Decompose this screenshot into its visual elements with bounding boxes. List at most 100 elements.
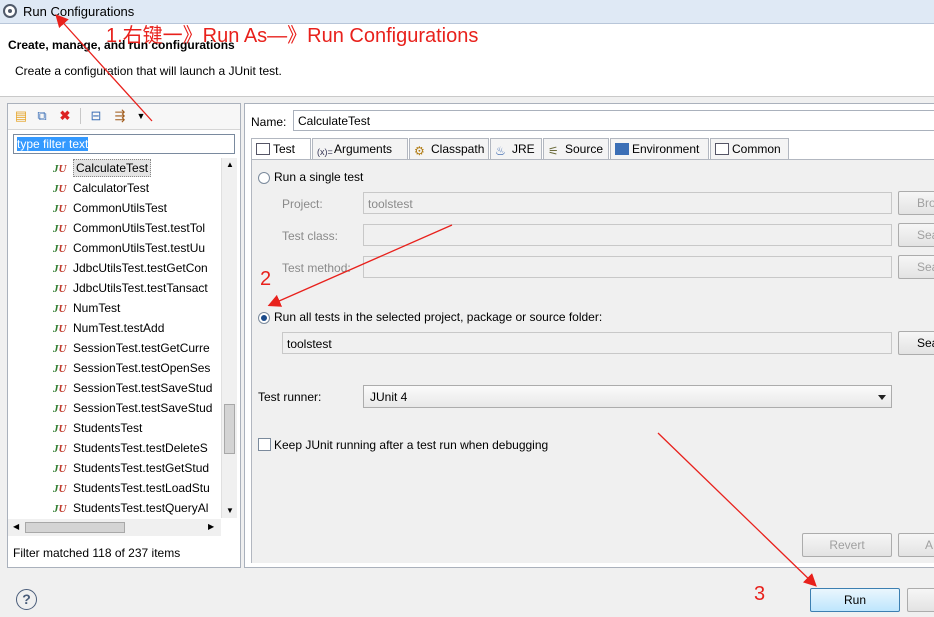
tree-horizontal-scrollbar[interactable]: ◀ ▶ [8,519,221,536]
delete-icon[interactable]: ✖ [57,108,73,124]
filter-input[interactable]: type filter text [13,134,235,154]
tree-vertical-scrollbar[interactable]: ▲ ▼ [221,158,237,518]
tab-test[interactable]: Test [251,138,311,160]
tab-common-label: Common [732,142,781,156]
configuration-editor: Name: CalculateTest Test (x)=Arguments ⚙… [244,103,934,568]
search-folder-button[interactable]: Sea [898,331,934,355]
tree-item[interactable]: JU StudentsTest.testGetStud [8,458,220,478]
eclipse-icon [3,4,17,18]
tree-item[interactable]: JU CommonUtilsTest.testUu [8,238,220,258]
tree-item[interactable]: JU SessionTest.testSaveStud [8,398,220,418]
browse-button[interactable]: Bro [898,191,934,215]
tree-item-label: JdbcUtilsTest.testTansact [73,281,208,295]
junit-icon: JU [53,243,67,255]
tree-item[interactable]: JU CalculatorTest [8,178,220,198]
revert-button[interactable]: Revert [802,533,892,557]
tree-item[interactable]: JU NumTest.testAdd [8,318,220,338]
tab-classpath-label: Classpath [431,142,485,156]
tree-item[interactable]: JU NumTest [8,298,220,318]
junit-icon: JU [53,183,67,195]
run-all-label: Run all tests in the selected project, p… [274,310,603,324]
junit-icon: JU [53,163,67,175]
annotation-step3: 3 [754,583,766,605]
tree-item-label: CalculatorTest [73,181,150,195]
tree-item-label: StudentsTest [73,421,143,435]
annotation-step2: 2 [260,268,272,290]
junit-icon: JU [53,463,67,475]
tree-item-label: CommonUtilsTest.testTol [73,221,206,235]
chevron-down-icon [878,395,886,400]
scroll-right-icon[interactable]: ▶ [208,522,214,531]
tab-source[interactable]: ⚟ Source [543,138,609,159]
tree-item[interactable]: JU StudentsTest.testLoadStu [8,478,220,498]
dropdown-icon[interactable]: ▼ [133,108,149,124]
filter-status: Filter matched 118 of 237 items [13,546,181,560]
tree-item[interactable]: JU SessionTest.testGetCurre [8,338,220,358]
run-all-radio[interactable] [258,312,270,324]
tab-arguments-label: Arguments [334,142,393,156]
junit-icon: JU [53,443,67,455]
test-class-field[interactable] [363,224,892,246]
tree-item[interactable]: JU StudentsTest.testDeleteS [8,438,220,458]
test-runner-select[interactable]: JUnit 4 [363,385,892,408]
tree-item[interactable]: JU JdbcUtilsTest.testGetCon [8,258,220,278]
project-label: Project: [282,197,323,211]
collapse-all-icon[interactable]: ⊟ [88,108,104,124]
tree-item-label: SessionTest.testOpenSes [73,361,211,375]
tree-item[interactable]: JU JdbcUtilsTest.testTansact [8,278,220,298]
tab-environment[interactable]: Environment [610,138,709,159]
junit-icon: JU [53,323,67,335]
scroll-left-icon[interactable]: ◀ [13,522,19,531]
tab-classpath[interactable]: ⚙ Classpath [409,138,489,159]
tree-item[interactable]: JU StudentsTest [8,418,220,438]
tree-item-label: NumTest.testAdd [73,321,165,335]
keep-running-checkbox[interactable] [258,438,271,451]
scroll-down-icon[interactable]: ▼ [226,506,234,515]
environment-icon [615,143,629,155]
run-all-field[interactable]: toolstest [282,332,892,354]
tab-test-label: Test [273,142,296,156]
close-button[interactable] [907,588,934,612]
name-input[interactable]: CalculateTest [293,110,934,131]
tree-item[interactable]: JU SessionTest.testSaveStud [8,378,220,398]
tab-jre[interactable]: ♨ JRE [490,138,542,159]
junit-icon: JU [53,383,67,395]
tree-item-label: StudentsTest.testDeleteS [73,441,208,455]
test-method-label: Test method: [282,261,351,275]
search-class-button[interactable]: Sea [898,223,934,247]
common-icon [715,143,729,155]
project-field[interactable]: toolstest [363,192,892,214]
tree-item[interactable]: JU SessionTest.testOpenSes [8,358,220,378]
junit-icon: JU [53,223,67,235]
tab-common[interactable]: Common [710,138,789,159]
tab-jre-label: JRE [512,142,535,156]
junit-icon: JU [53,403,67,415]
tree-item[interactable]: JU CalculateTest [8,158,220,178]
junit-icon: JU [53,283,67,295]
tab-source-label: Source [565,142,604,156]
annotation-step1: 1.右键一》Run As—》Run Configurations [106,25,479,47]
tree-item[interactable]: JU StudentsTest.testQueryAl [8,498,220,518]
hscroll-thumb[interactable] [25,522,125,533]
tree-item-label: NumTest [73,301,121,315]
run-button[interactable]: Run [810,588,900,612]
test-runner-label: Test runner: [258,390,322,404]
test-method-field[interactable] [363,256,892,278]
single-test-radio[interactable] [258,172,270,184]
filter-icon[interactable]: ⇶ [112,108,128,124]
search-method-button[interactable]: Sea [898,255,934,279]
config-toolbar: ▤ ⧉ ✖ ⊟ ⇶ ▼ [8,104,240,130]
apply-button[interactable]: A [898,533,934,557]
junit-icon: JU [53,483,67,495]
scroll-up-icon[interactable]: ▲ [226,160,234,169]
tree-item-label: SessionTest.testSaveStud [73,381,213,395]
classpath-icon: ⚙ [414,144,425,158]
new-config-icon[interactable]: ▤ [13,108,29,124]
scroll-thumb[interactable] [224,404,235,454]
junit-icon: JU [53,343,67,355]
tree-item[interactable]: JU CommonUtilsTest [8,198,220,218]
tab-arguments[interactable]: (x)=Arguments [312,138,408,159]
tree-item[interactable]: JU CommonUtilsTest.testTol [8,218,220,238]
duplicate-icon[interactable]: ⧉ [34,108,50,124]
help-icon[interactable]: ? [16,589,37,610]
